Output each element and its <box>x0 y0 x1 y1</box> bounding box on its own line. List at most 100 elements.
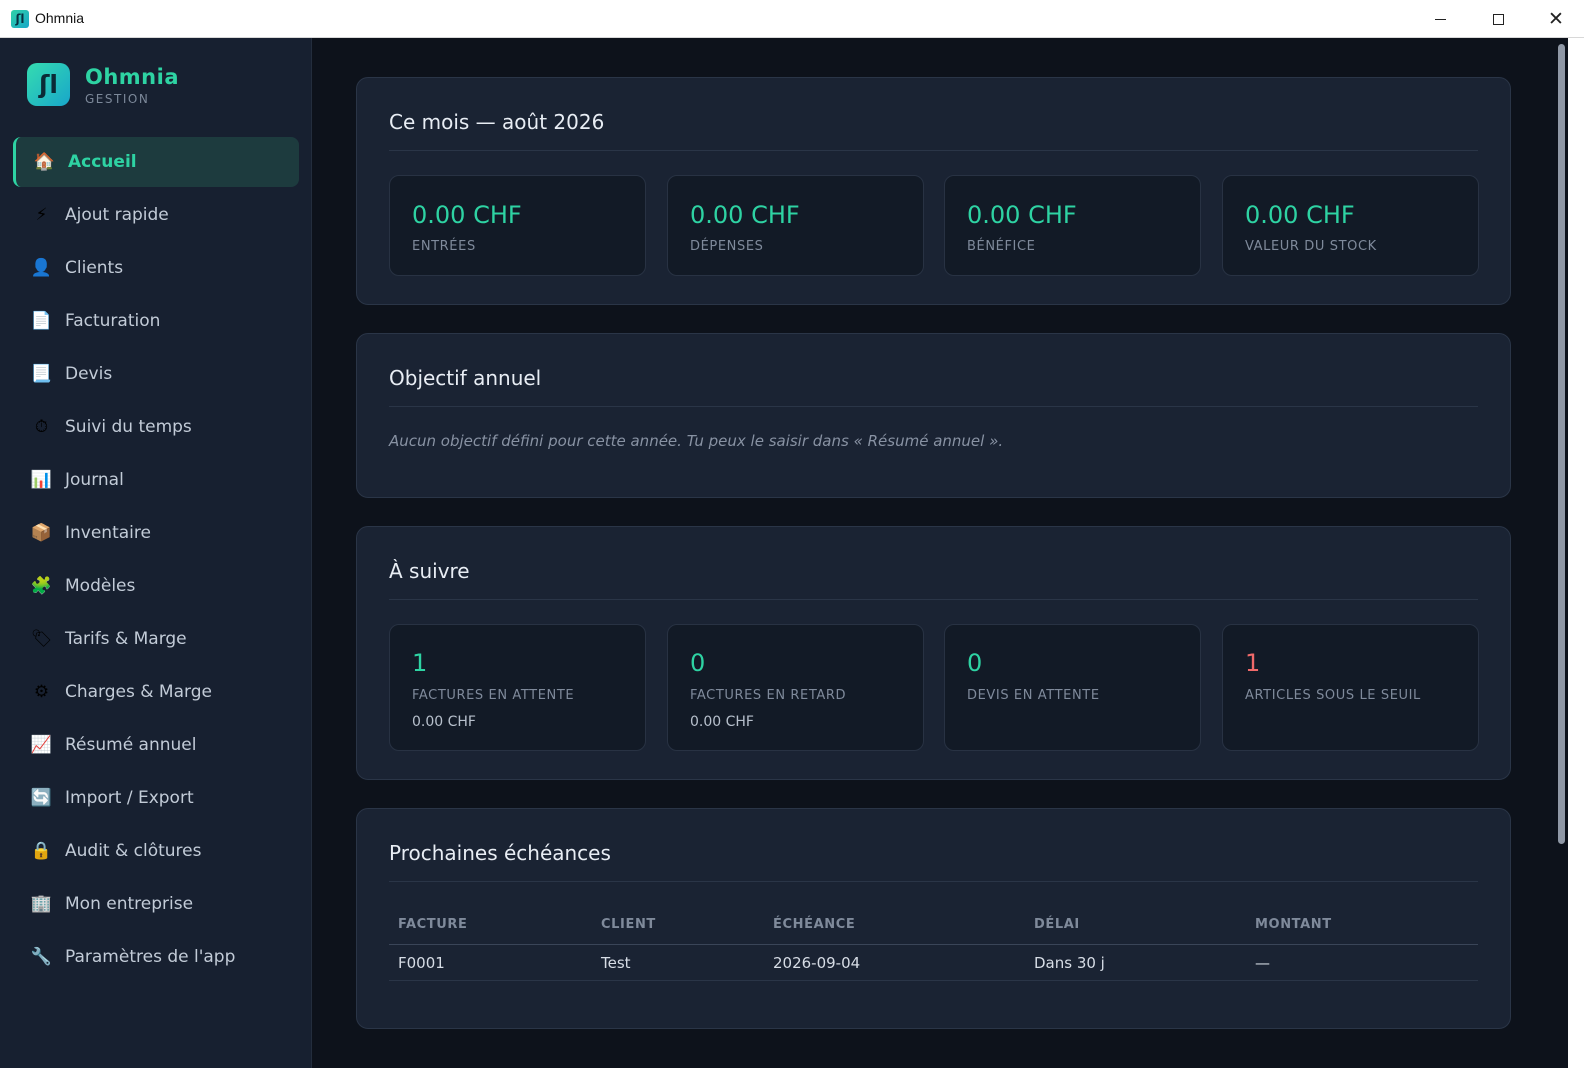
sidebar-item-modeles[interactable]: 🧩 Modèles <box>13 561 299 611</box>
objective-empty-text: Aucun objectif défini pour cette année. … <box>389 432 1004 450</box>
sidebar-item-label: Import / Export <box>65 788 194 808</box>
stat-card-valeur-stock: 0.00 CHF VALEUR DU STOCK <box>1222 175 1479 276</box>
stat-value: 0 <box>967 649 983 677</box>
sidebar-item-clients[interactable]: 👤 Clients <box>13 243 299 293</box>
stat-label: FACTURES EN RETARD <box>690 688 847 703</box>
card-title: À suivre <box>389 559 470 583</box>
user-icon: 👤 <box>30 258 53 278</box>
sidebar-item-label: Mon entreprise <box>65 894 194 914</box>
sidebar-item-ajout-rapide[interactable]: ⚡ Ajout rapide <box>13 190 299 240</box>
stat-label: ARTICLES SOUS LE SEUIL <box>1245 688 1421 703</box>
sidebar-item-tarifs-marge[interactable]: 🏷 Tarifs & Marge <box>13 614 299 664</box>
sidebar-item-journal[interactable]: 📊 Journal <box>13 455 299 505</box>
sidebar-item-label: Audit & clôtures <box>65 841 202 861</box>
sidebar-item-mon-entreprise[interactable]: 🏢 Mon entreprise <box>13 879 299 929</box>
sidebar-item-accueil[interactable]: 🏠 Accueil <box>13 137 299 187</box>
gear-icon: ⚙ <box>33 682 50 702</box>
table-cell-echeance: 2026-09-04 <box>773 954 861 972</box>
stat-card-articles-seuil[interactable]: 1 ARTICLES SOUS LE SEUIL <box>1222 624 1479 751</box>
sidebar-item-facturation[interactable]: 📄 Facturation <box>13 296 299 346</box>
table-cell-montant: — <box>1255 954 1270 972</box>
stat-value: 0.00 CHF <box>690 201 800 229</box>
stopwatch-icon: ⏱ <box>34 417 49 437</box>
tag-icon: 🏷 <box>30 629 53 649</box>
minimize-icon <box>1434 18 1446 20</box>
sidebar-item-suivi-du-temps[interactable]: ⏱ Suivi du temps <box>13 402 299 452</box>
sidebar-item-inventaire[interactable]: 📦 Inventaire <box>13 508 299 558</box>
stat-value: 0 <box>690 649 706 677</box>
sidebar-item-audit-clotures[interactable]: 🔒 Audit & clôtures <box>13 826 299 876</box>
divider <box>389 881 1478 882</box>
table-header-divider <box>389 944 1478 945</box>
window-edge <box>1568 38 1584 1068</box>
sidebar-item-label: Paramètres de l'app <box>65 947 236 967</box>
column-header-delai[interactable]: DÉLAI <box>1034 917 1080 932</box>
main-content: Ce mois — août 2026 0.00 CHF ENTRÉES 0.0… <box>312 38 1556 1068</box>
stat-label: BÉNÉFICE <box>967 239 1036 254</box>
stat-label: ENTRÉES <box>412 239 476 254</box>
stat-card-depenses: 0.00 CHF DÉPENSES <box>667 175 924 276</box>
maximize-button[interactable] <box>1469 0 1527 38</box>
maximize-icon <box>1492 13 1504 25</box>
window-titlebar: ʃl Ohmnia ✕ <box>0 0 1584 38</box>
stat-value-alert: 1 <box>1245 649 1261 677</box>
invoice-icon: 📄 <box>30 311 53 331</box>
sidebar-item-label: Devis <box>65 364 113 384</box>
stat-card-devis-attente[interactable]: 0 DEVIS EN ATTENTE <box>944 624 1201 751</box>
column-header-facture[interactable]: FACTURE <box>398 917 468 932</box>
sidebar-item-label: Accueil <box>68 152 137 172</box>
sidebar-item-label: Charges & Marge <box>65 682 212 702</box>
sidebar-item-resume-annuel[interactable]: 📈 Résumé annuel <box>13 720 299 770</box>
app-logo-icon: ʃl <box>11 10 29 28</box>
stat-amount: 0.00 CHF <box>690 714 754 730</box>
stat-label: DÉPENSES <box>690 239 764 254</box>
column-header-client[interactable]: CLIENT <box>601 917 656 932</box>
puzzle-icon: 🧩 <box>30 576 53 596</box>
trend-chart-icon: 📈 <box>30 735 53 755</box>
stat-value: 0.00 CHF <box>967 201 1077 229</box>
minimize-button[interactable] <box>1411 0 1469 38</box>
home-icon: 🏠 <box>33 152 56 172</box>
vertical-scrollbar[interactable] <box>1556 38 1568 1068</box>
card-title: Ce mois — août 2026 <box>389 110 605 134</box>
sidebar-item-label: Clients <box>65 258 124 278</box>
sidebar-item-label: Modèles <box>65 576 136 596</box>
card-title: Objectif annuel <box>389 366 542 390</box>
sidebar-item-label: Journal <box>65 470 124 490</box>
brand-subtitle: GESTION <box>85 92 150 106</box>
close-icon: ✕ <box>1548 8 1564 30</box>
brand-logo-icon: ʃl <box>27 63 70 106</box>
document-icon: 📃 <box>30 364 53 384</box>
stat-card-benefice: 0.00 CHF BÉNÉFICE <box>944 175 1201 276</box>
sidebar-item-charges-marge[interactable]: ⚙ Charges & Marge <box>13 667 299 717</box>
building-icon: 🏢 <box>30 894 53 914</box>
sidebar-item-parametres[interactable]: 🔧 Paramètres de l'app <box>13 932 299 982</box>
divider <box>389 406 1478 407</box>
wrench-icon: 🔧 <box>30 947 53 967</box>
scrollbar-thumb[interactable] <box>1558 44 1565 844</box>
close-button[interactable]: ✕ <box>1527 0 1584 38</box>
stat-label: FACTURES EN ATTENTE <box>412 688 575 703</box>
stat-card-factures-attente[interactable]: 1 FACTURES EN ATTENTE 0.00 CHF <box>389 624 646 751</box>
sidebar-item-import-export[interactable]: 🔄 Import / Export <box>13 773 299 823</box>
lock-icon: 🔒 <box>30 841 53 861</box>
stat-card-entrees: 0.00 CHF ENTRÉES <box>389 175 646 276</box>
upcoming-due-card: Prochaines échéances FACTURE CLIENT ÉCHÉ… <box>356 808 1511 1029</box>
sidebar-item-label: Inventaire <box>65 523 151 543</box>
table-cell-facture[interactable]: F0001 <box>398 954 445 972</box>
stat-card-factures-retard[interactable]: 0 FACTURES EN RETARD 0.00 CHF <box>667 624 924 751</box>
lightning-icon: ⚡ <box>35 205 48 225</box>
stat-label: VALEUR DU STOCK <box>1245 239 1377 254</box>
column-header-montant[interactable]: MONTANT <box>1255 917 1332 932</box>
stat-value: 0.00 CHF <box>412 201 522 229</box>
sidebar-item-devis[interactable]: 📃 Devis <box>13 349 299 399</box>
sidebar-item-label: Tarifs & Marge <box>65 629 187 649</box>
sidebar-item-label: Facturation <box>65 311 161 331</box>
stat-label: DEVIS EN ATTENTE <box>967 688 1100 703</box>
month-summary-card: Ce mois — août 2026 0.00 CHF ENTRÉES 0.0… <box>356 77 1511 305</box>
column-header-echeance[interactable]: ÉCHÉANCE <box>773 917 855 932</box>
divider <box>389 599 1478 600</box>
stat-amount: 0.00 CHF <box>412 714 476 730</box>
sidebar-item-label: Résumé annuel <box>65 735 197 755</box>
divider <box>389 150 1478 151</box>
